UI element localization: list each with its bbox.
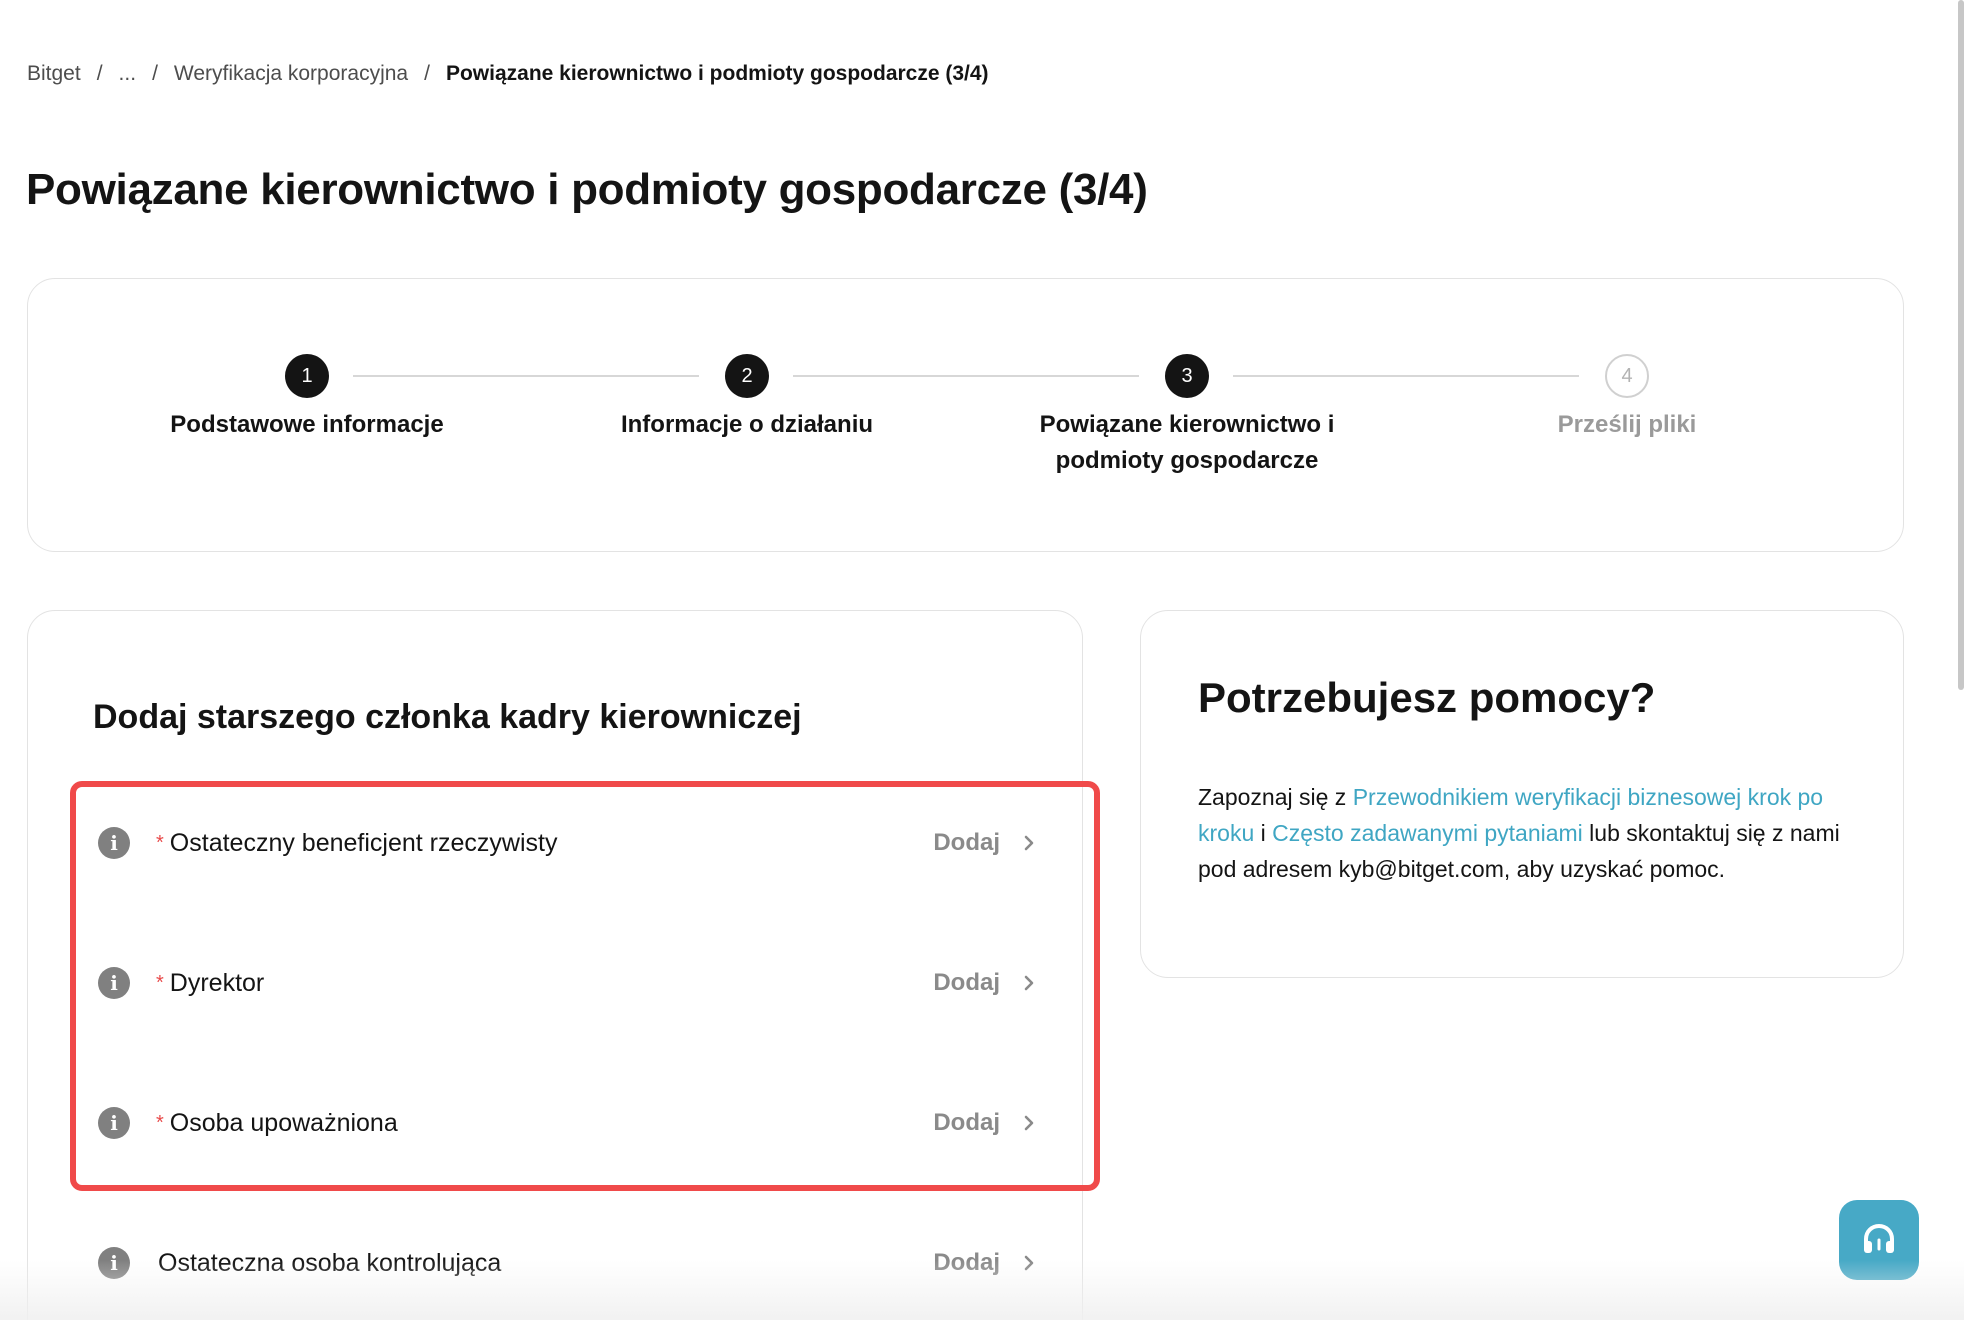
add-button[interactable]: Dodaj bbox=[933, 1249, 1038, 1277]
add-button[interactable]: Dodaj bbox=[933, 969, 1038, 997]
breadcrumb-parent[interactable]: Weryfikacja korporacyjna bbox=[174, 60, 408, 88]
step-4-circle: 4 bbox=[1605, 354, 1649, 398]
help-text: Zapoznaj się z Przewodnikiem weryfikacji… bbox=[1198, 779, 1858, 887]
add-label: Dodaj bbox=[933, 969, 1000, 996]
row-authorized-person[interactable]: i * Osoba upoważniona Dodaj bbox=[98, 1101, 1038, 1145]
step-1-label: Podstawowe informacje bbox=[170, 411, 444, 438]
info-icon[interactable]: i bbox=[98, 967, 130, 999]
step-3-circle: 3 bbox=[1165, 354, 1209, 398]
chevron-right-icon bbox=[1024, 1255, 1034, 1271]
help-title: Potrzebujesz pomocy? bbox=[1198, 674, 1656, 721]
step-connector bbox=[793, 375, 1139, 377]
row-ultimate-controlling-person[interactable]: i Ostateczna osoba kontrolująca Dodaj bbox=[98, 1241, 1038, 1285]
help-text-prefix: Zapoznaj się z bbox=[1198, 784, 1353, 810]
info-icon[interactable]: i bbox=[98, 1247, 130, 1279]
step-2-circle: 2 bbox=[725, 354, 769, 398]
step-2-label: Informacje o działaniu bbox=[620, 411, 874, 438]
stepper-card: 1 2 3 4 Podstawowe informacje Informacje… bbox=[27, 278, 1904, 552]
add-button[interactable]: Dodaj bbox=[933, 1109, 1038, 1137]
breadcrumb-current: Powiązane kierownictwo i podmioty gospod… bbox=[445, 62, 989, 85]
breadcrumb: Bitget / ... / Weryfikacja korporacyjna … bbox=[27, 60, 989, 88]
page: Bitget / ... / Weryfikacja korporacyjna … bbox=[0, 0, 1964, 1320]
management-form-card: Dodaj starszego członka kadry kierownicz… bbox=[27, 610, 1100, 1320]
breadcrumb-root[interactable]: Bitget bbox=[27, 60, 81, 88]
row-label: Dyrektor bbox=[169, 968, 265, 997]
support-button[interactable] bbox=[1839, 1200, 1919, 1280]
row-label: Osoba upoważniona bbox=[169, 1108, 398, 1137]
faq-link[interactable]: Często zadawanymi pytaniami bbox=[1272, 820, 1583, 846]
add-label: Dodaj bbox=[933, 1109, 1000, 1136]
add-button[interactable]: Dodaj bbox=[933, 829, 1038, 857]
row-label: Ostateczna osoba kontrolująca bbox=[158, 1248, 502, 1277]
info-icon[interactable]: i bbox=[98, 827, 130, 859]
info-icon[interactable]: i bbox=[98, 1107, 130, 1139]
step-connector bbox=[353, 375, 699, 377]
scrollbar-thumb[interactable] bbox=[1958, 0, 1964, 690]
chevron-right-icon bbox=[1024, 835, 1034, 851]
page-title: Powiązane kierownictwo i podmioty gospod… bbox=[26, 165, 1148, 214]
row-director[interactable]: i * Dyrektor Dodaj bbox=[98, 961, 1038, 1005]
chevron-right-icon bbox=[1024, 1115, 1034, 1131]
step-4-label: Prześlij pliki bbox=[1557, 411, 1697, 438]
form-heading: Dodaj starszego członka kadry kierownicz… bbox=[93, 698, 802, 736]
row-label: Ostateczny beneficjent rzeczywisty bbox=[169, 828, 558, 857]
add-label: Dodaj bbox=[933, 829, 1000, 856]
breadcrumb-separator: / bbox=[424, 62, 430, 85]
required-asterisk: * bbox=[156, 1111, 164, 1134]
step-connector bbox=[1233, 375, 1579, 377]
required-asterisk: * bbox=[156, 971, 164, 994]
breadcrumb-ellipsis[interactable]: ... bbox=[119, 60, 137, 88]
step-1-circle: 1 bbox=[285, 354, 329, 398]
breadcrumb-separator: / bbox=[96, 62, 103, 85]
help-text-connector: i bbox=[1254, 820, 1273, 846]
add-label: Dodaj bbox=[933, 1249, 1000, 1276]
required-asterisk: * bbox=[156, 831, 164, 854]
headset-icon bbox=[1864, 1223, 1894, 1253]
step-3-label: Powiązane kierownictwo i podmioty gospod… bbox=[1039, 411, 1335, 474]
row-ultimate-beneficial-owner[interactable]: i * Ostateczny beneficjent rzeczywisty D… bbox=[98, 821, 1038, 865]
page-scrollbar[interactable] bbox=[1956, 0, 1964, 1320]
breadcrumb-separator: / bbox=[152, 62, 158, 85]
help-card: Potrzebujesz pomocy? Zapoznaj się z Prze… bbox=[1140, 610, 1904, 978]
chevron-right-icon bbox=[1024, 975, 1034, 991]
